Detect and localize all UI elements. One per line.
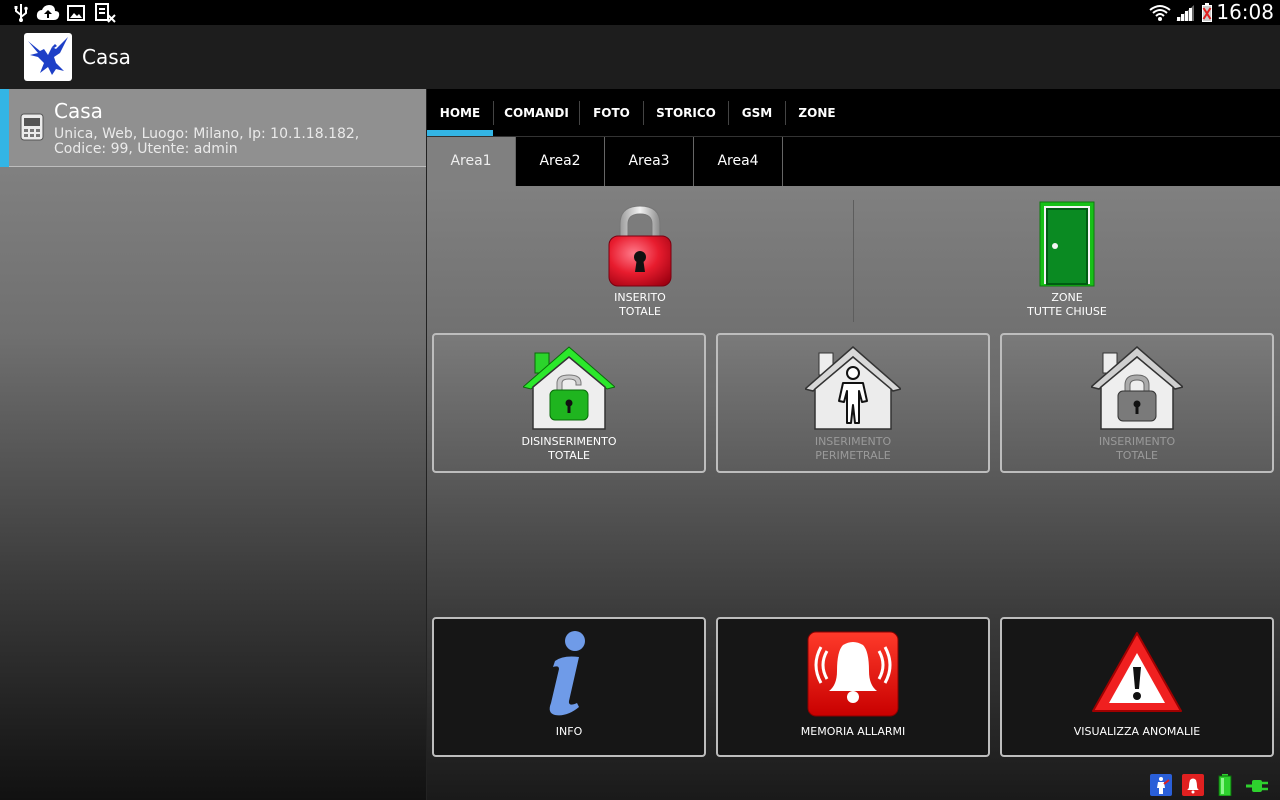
- battery-status-icon: [1214, 774, 1236, 797]
- house-person-icon: [718, 345, 988, 431]
- control-panel-icon: [20, 113, 44, 141]
- wifi-icon: [1148, 3, 1172, 23]
- device-list-panel: Casa Unica, Web, Luogo: Milano, Ip: 10.1…: [0, 89, 427, 800]
- battery-low-icon: [1199, 3, 1215, 23]
- cmd-label: MEMORIA ALLARMI: [800, 725, 906, 738]
- inserimento-perimetrale-button[interactable]: INSERIMENTO PERIMETRALE: [716, 333, 990, 473]
- signal-icon: [1174, 3, 1196, 23]
- zones-status: ZONE TUTTE CHIUSE: [854, 186, 1280, 322]
- inserimento-totale-button[interactable]: INSERIMENTO TOTALE: [1000, 333, 1274, 473]
- info-icon: [434, 629, 704, 719]
- app-title: Casa: [82, 45, 131, 69]
- area-tab-1[interactable]: Area1: [427, 137, 516, 186]
- eagle-logo-icon[interactable]: [24, 33, 72, 81]
- area-tab-2[interactable]: Area2: [516, 137, 605, 186]
- area-tab-4[interactable]: Area4: [694, 137, 783, 186]
- cmd-label: DISINSERIMENTO TOTALE: [521, 435, 617, 462]
- action-bar: Casa: [0, 25, 1280, 89]
- sim-no-service-icon: [94, 3, 116, 23]
- device-name: Casa: [54, 99, 103, 123]
- tab-comandi[interactable]: COMANDI: [494, 89, 579, 137]
- tamper-icon: [1150, 774, 1172, 796]
- visualizza-anomalie-button[interactable]: VISUALIZZA ANOMALIE: [1000, 617, 1274, 757]
- image-icon: [66, 3, 86, 23]
- house-locked-icon: [1002, 345, 1272, 431]
- cmd-label: INSERIMENTO TOTALE: [1098, 435, 1176, 462]
- disinserimento-totale-button[interactable]: DISINSERIMENTO TOTALE: [432, 333, 706, 473]
- home-content: INSERITO TOTALE ZONE TUTTE CHIUSE DISINS…: [427, 186, 1280, 800]
- selection-accent: [0, 89, 9, 167]
- cmd-label: INSERIMENTO PERIMETRALE: [814, 435, 892, 462]
- tab-storico[interactable]: STORICO: [644, 89, 728, 137]
- house-unlocked-icon: [434, 345, 704, 431]
- device-details: Unica, Web, Luogo: Milano, Ip: 10.1.18.1…: [54, 126, 360, 157]
- power-plug-icon: [1246, 774, 1268, 796]
- active-tab-indicator: [427, 130, 493, 136]
- alarm-bell-icon: [718, 631, 988, 717]
- red-padlock-icon: [606, 202, 674, 292]
- device-list-item[interactable]: Casa Unica, Web, Luogo: Milano, Ip: 10.1…: [0, 89, 426, 167]
- clock: 16:08: [1216, 0, 1274, 24]
- cloud-upload-icon: [36, 3, 60, 23]
- green-door-icon: [1039, 201, 1095, 291]
- zones-status-label: ZONE TUTTE CHIUSE: [1027, 291, 1107, 318]
- alarm-status-icon: [1182, 774, 1204, 796]
- system-status-icons: [1150, 770, 1280, 800]
- cmd-label: INFO: [555, 725, 583, 738]
- area-tab-3[interactable]: Area3: [605, 137, 694, 186]
- status-bar: 16:08: [0, 0, 1280, 25]
- main-panel: HOME COMANDI FOTO STORICO GSM ZONE Area1…: [427, 89, 1280, 800]
- alarm-status: INSERITO TOTALE: [427, 186, 853, 322]
- tab-zone[interactable]: ZONE: [786, 89, 848, 137]
- area-tab-bar: Area1 Area2 Area3 Area4: [427, 137, 1280, 186]
- memoria-allarmi-button[interactable]: MEMORIA ALLARMI: [716, 617, 990, 757]
- info-button[interactable]: INFO: [432, 617, 706, 757]
- tab-gsm[interactable]: GSM: [729, 89, 785, 137]
- warning-icon: [1002, 631, 1272, 715]
- tab-foto[interactable]: FOTO: [580, 89, 643, 137]
- tab-bar: HOME COMANDI FOTO STORICO GSM ZONE: [427, 89, 1280, 137]
- cmd-label: VISUALIZZA ANOMALIE: [1073, 725, 1201, 738]
- alarm-status-label: INSERITO TOTALE: [614, 291, 666, 318]
- usb-icon: [12, 3, 30, 23]
